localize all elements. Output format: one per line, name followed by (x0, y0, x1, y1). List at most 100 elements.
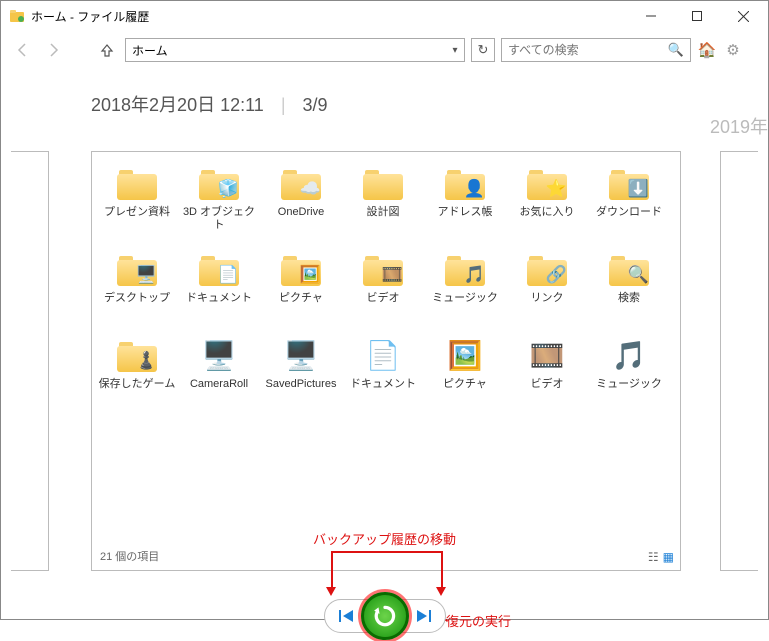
content-area: 2018年2月20日 12:11 | 3/9 2019年 プレゼン資料 🧊3D オ… (1, 91, 768, 641)
file-item[interactable]: 📄 ドキュメント (178, 248, 260, 334)
item-label: デスクトップ (102, 292, 172, 305)
app-icon (9, 8, 25, 24)
item-label: 保存したゲーム (97, 378, 178, 391)
item-label: ドキュメント (348, 378, 418, 391)
control-bar (1, 599, 768, 633)
folder-icon: 🔍 (608, 248, 650, 290)
folder-icon: ♟️ (116, 334, 158, 376)
item-label: ピクチャ (277, 292, 325, 305)
view-mode-buttons: ☷ ▦ (648, 550, 674, 564)
forward-button[interactable] (41, 38, 65, 62)
item-label: ビデオ (529, 378, 566, 391)
refresh-button[interactable]: ↻ (471, 38, 495, 62)
file-item[interactable]: 🖥️ CameraRoll (178, 334, 260, 420)
item-label: 検索 (616, 292, 642, 305)
folder-icon (362, 162, 404, 204)
backup-timestamp: 2018年2月20日 12:11 (91, 95, 264, 115)
item-label: OneDrive (276, 206, 326, 219)
file-item[interactable]: プレゼン資料 (96, 162, 178, 248)
path-dropdown-icon[interactable]: ▾ (446, 45, 464, 56)
file-item[interactable]: 🖥️ SavedPictures (260, 334, 342, 420)
file-item[interactable]: 🔗 リンク (506, 248, 588, 334)
file-item[interactable]: ☁️ OneDrive (260, 162, 342, 248)
item-label: アドレス帳 (436, 206, 495, 219)
file-item[interactable]: 設計図 (342, 162, 424, 248)
folder-icon: 👤 (444, 162, 486, 204)
titlebar: ホーム - ファイル履歴 (1, 1, 768, 31)
search-box[interactable]: 🔍 (501, 38, 691, 62)
item-label: 3D オブジェクト (178, 206, 260, 232)
file-item[interactable]: ⭐ お気に入り (506, 162, 588, 248)
file-item[interactable]: 🧊3D オブジェクト (178, 162, 260, 248)
item-count: 21 個の項目 (100, 548, 159, 564)
file-item[interactable]: 🎞️ ビデオ (506, 334, 588, 420)
up-button[interactable] (95, 38, 119, 62)
library-icon: 🎞️ (526, 334, 568, 376)
search-input[interactable] (508, 43, 668, 57)
window-title: ホーム - ファイル履歴 (31, 8, 628, 25)
next-backup-panel[interactable] (720, 151, 758, 571)
toolbar: ▾ ↻ 🔍 🏠 ⚙ (1, 31, 768, 69)
file-item[interactable]: 🎵 ミュージック (424, 248, 506, 334)
next-version-button[interactable] (403, 602, 443, 630)
next-timestamp: 2019年 (710, 113, 768, 139)
back-button[interactable] (11, 38, 35, 62)
close-button[interactable] (720, 1, 766, 31)
file-item[interactable]: 🎵 ミュージック (588, 334, 670, 420)
item-label: 設計図 (365, 206, 402, 219)
folder-icon: 🖥️ (116, 248, 158, 290)
folder-icon: ⬇️ (608, 162, 650, 204)
library-icon: 🖼️ (444, 334, 486, 376)
library-icon: 🎵 (608, 334, 650, 376)
items-grid: プレゼン資料 🧊3D オブジェクト ☁️ OneDrive 設計図 👤 アドレス帳 ⭐ お気に入… (92, 152, 680, 430)
folder-icon (116, 162, 158, 204)
window-controls (628, 1, 766, 31)
file-item[interactable]: ♟️ 保存したゲーム (96, 334, 178, 420)
item-label: プレゼン資料 (102, 206, 172, 219)
home-icon[interactable]: 🏠 (697, 40, 717, 60)
folder-icon: 🎵 (444, 248, 486, 290)
address-bar[interactable]: ▾ (125, 38, 465, 62)
timestamp-header: 2018年2月20日 12:11 | 3/9 (91, 91, 768, 117)
search-icon: 🔍 (668, 42, 684, 58)
file-panel: プレゼン資料 🧊3D オブジェクト ☁️ OneDrive 設計図 👤 アドレス帳 ⭐ お気に入… (91, 151, 681, 571)
item-label: CameraRoll (188, 378, 250, 391)
navigation-pill (324, 599, 446, 633)
item-label: お気に入り (518, 206, 577, 219)
backup-position: 3/9 (303, 95, 328, 115)
file-item[interactable]: 🖼️ ピクチャ (260, 248, 342, 334)
path-input[interactable] (126, 43, 446, 57)
annotation-move-history: バックアップ履歴の移動 (313, 529, 456, 548)
icons-view-button[interactable]: ▦ (663, 550, 674, 564)
minimize-button[interactable] (628, 1, 674, 31)
folder-icon: 🖼️ (280, 248, 322, 290)
folder-icon: 🔗 (526, 248, 568, 290)
library-icon: 🖥️ (198, 334, 240, 376)
item-label: ピクチャ (441, 378, 489, 391)
file-item[interactable]: ⬇️ ダウンロード (588, 162, 670, 248)
item-label: SavedPictures (264, 378, 339, 391)
item-label: ドキュメント (184, 292, 254, 305)
folder-icon: ☁️ (280, 162, 322, 204)
maximize-button[interactable] (674, 1, 720, 31)
file-item[interactable]: 🖼️ ピクチャ (424, 334, 506, 420)
previous-backup-panel[interactable] (11, 151, 49, 571)
file-item[interactable]: 🎞️ ビデオ (342, 248, 424, 334)
item-label: ミュージック (430, 292, 500, 305)
gear-icon[interactable]: ⚙ (723, 40, 743, 60)
file-item[interactable]: 📄 ドキュメント (342, 334, 424, 420)
item-label: ダウンロード (594, 206, 664, 219)
item-label: ミュージック (594, 378, 664, 391)
file-item[interactable]: 🔍 検索 (588, 248, 670, 334)
file-item[interactable]: 👤 アドレス帳 (424, 162, 506, 248)
item-label: ビデオ (365, 292, 402, 305)
library-icon: 🖥️ (280, 334, 322, 376)
folder-icon: 📄 (198, 248, 240, 290)
restore-button[interactable] (361, 592, 409, 640)
item-label: リンク (529, 292, 566, 305)
folder-icon: ⭐ (526, 162, 568, 204)
details-view-button[interactable]: ☷ (648, 550, 659, 564)
file-item[interactable]: 🖥️ デスクトップ (96, 248, 178, 334)
folder-icon: 🎞️ (362, 248, 404, 290)
library-icon: 📄 (362, 334, 404, 376)
